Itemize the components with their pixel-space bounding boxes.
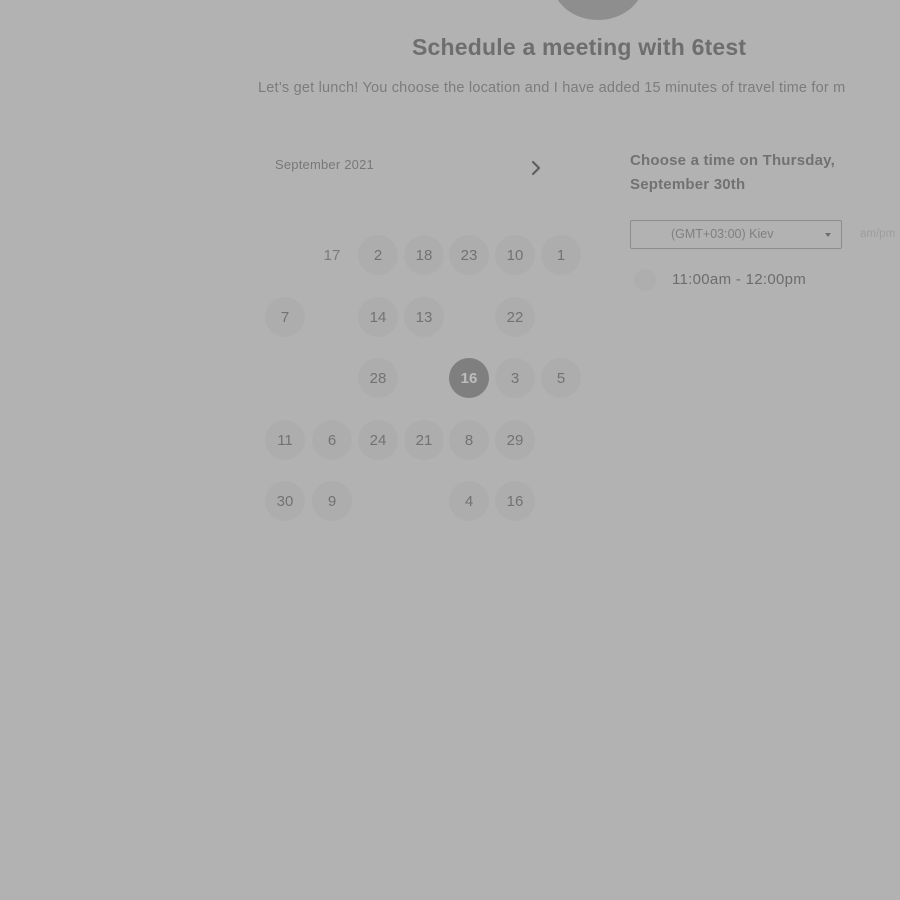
calendar-day[interactable]: 14 <box>358 297 398 337</box>
calendar-day[interactable]: 29 <box>495 420 535 460</box>
calendar-month-label: September 2021 <box>275 157 374 172</box>
calendar-day[interactable]: 18 <box>404 235 444 275</box>
calendar-day-selected[interactable]: 16 <box>449 358 489 398</box>
calendar-day[interactable]: 5 <box>541 358 581 398</box>
timezone-value: (GMT+03:00) Kiev <box>671 227 774 241</box>
avatar <box>552 0 644 20</box>
meeting-description: Let’s get lunch! You choose the location… <box>258 80 846 96</box>
calendar-day[interactable]: 6 <box>312 420 352 460</box>
calendar-day[interactable]: 4 <box>449 481 489 521</box>
calendar-day[interactable]: 24 <box>358 420 398 460</box>
page-title: Schedule a meeting with 6test <box>412 34 747 60</box>
calendar-day[interactable]: 8 <box>449 420 489 460</box>
calendar-day[interactable]: 23 <box>449 235 489 275</box>
calendar-day[interactable]: 21 <box>404 420 444 460</box>
timezone-select[interactable]: (GMT+03:00) Kiev <box>630 220 842 249</box>
weekday-header <box>262 198 582 212</box>
calendar-day[interactable]: 10 <box>495 235 535 275</box>
time-slot-label: 11:00am - 12:00pm <box>672 271 807 288</box>
calendar-day[interactable]: 28 <box>358 358 398 398</box>
time-slot-option[interactable]: 11:00am - 12:00pm <box>632 267 892 293</box>
time-selection-heading: Choose a time on Thursday, September 30t… <box>630 152 835 193</box>
slot-radio[interactable] <box>634 269 656 291</box>
calendar-day[interactable]: 22 <box>495 297 535 337</box>
calendar-day[interactable]: 1 <box>541 235 581 275</box>
calendar-day[interactable]: 3 <box>495 358 535 398</box>
next-month-button[interactable] <box>526 158 546 178</box>
calendar-day[interactable]: 7 <box>265 297 305 337</box>
calendar-day[interactable]: 9 <box>312 481 352 521</box>
calendar-day[interactable]: 30 <box>265 481 305 521</box>
calendar-day: 17 <box>323 246 341 264</box>
calendar-day[interactable]: 11 <box>265 420 305 460</box>
calendar-day[interactable]: 2 <box>358 235 398 275</box>
scheduling-page: Schedule a meeting with 6test Let’s get … <box>0 0 900 900</box>
calendar-day[interactable]: 16 <box>495 481 535 521</box>
calendar-day[interactable]: 13 <box>404 297 444 337</box>
time-format-toggle[interactable]: am/pm <box>860 228 895 240</box>
chevron-right-icon <box>531 160 541 176</box>
caret-down-icon <box>825 233 831 237</box>
